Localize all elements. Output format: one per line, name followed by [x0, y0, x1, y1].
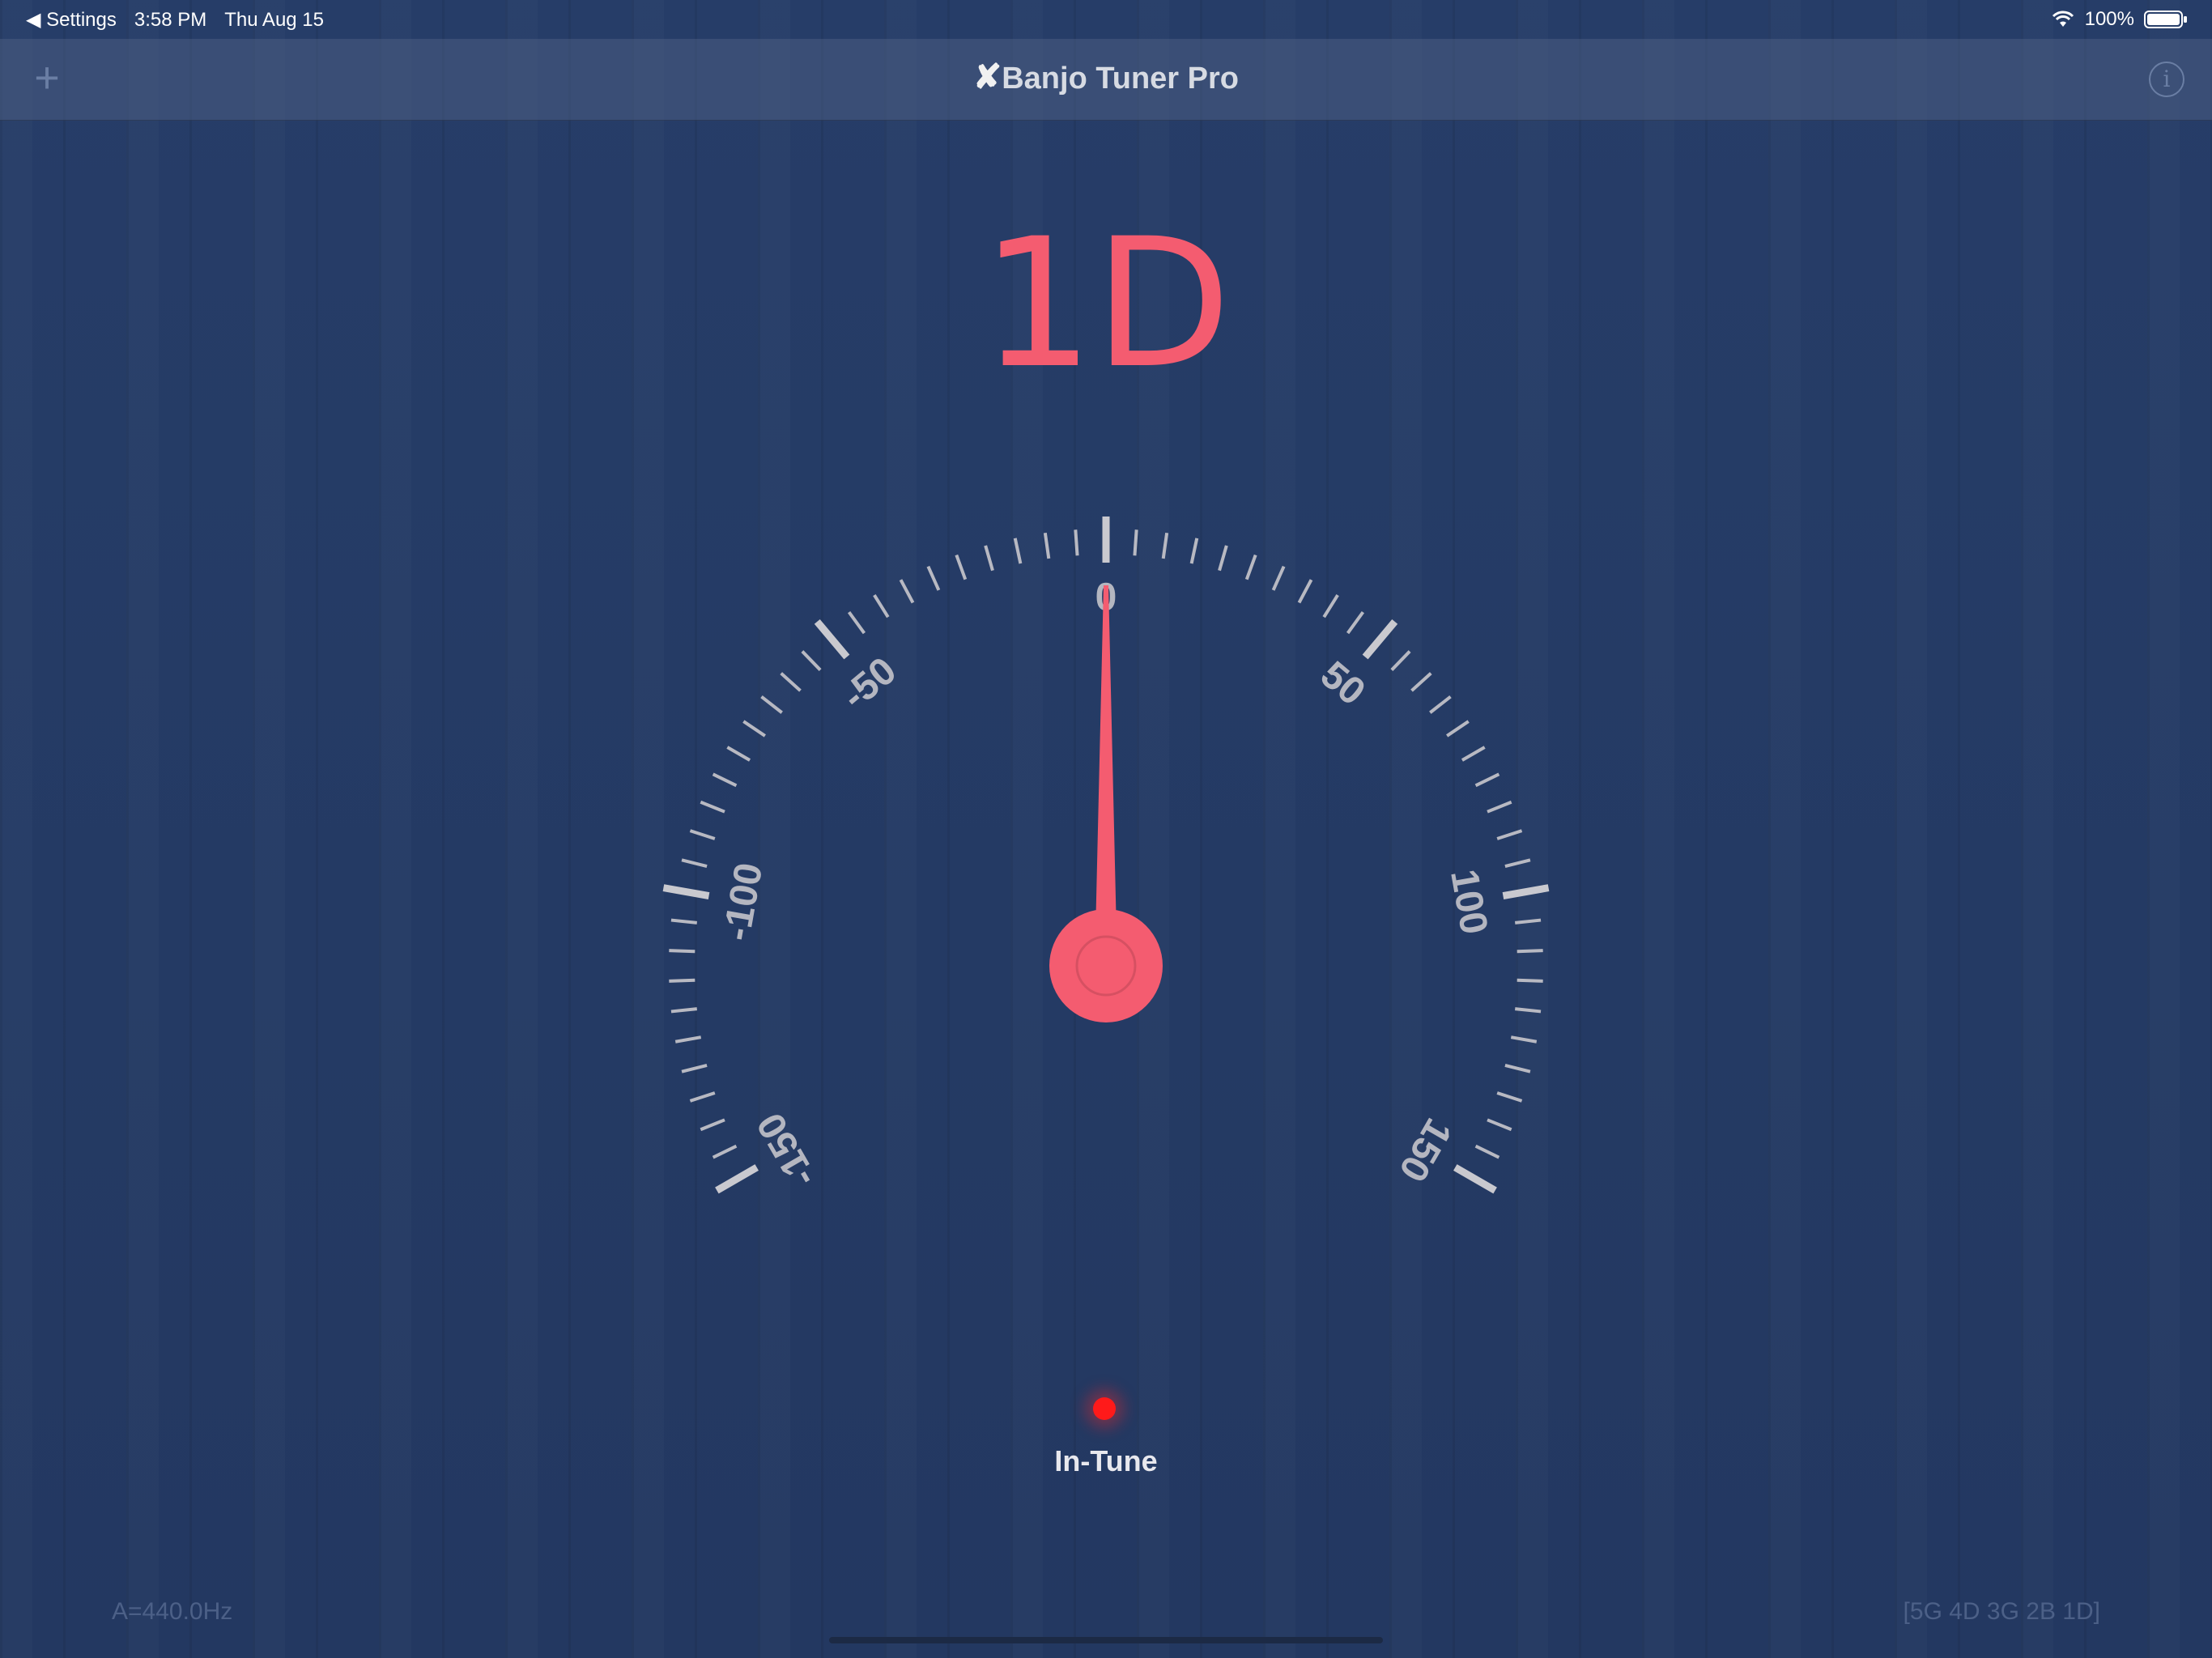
gauge-label: 150 — [1390, 1112, 1460, 1189]
gauge-major-tick — [814, 619, 850, 660]
gauge-minor-tick — [1074, 529, 1079, 556]
tune-status-label: In-Tune — [1054, 1444, 1158, 1477]
gauge-major-tick — [662, 884, 710, 899]
gauge-minor-tick — [1218, 545, 1228, 572]
gauge-minor-tick — [1346, 610, 1365, 635]
gauge-minor-tick — [1496, 1091, 1523, 1103]
gauge-minor-tick — [1515, 1007, 1542, 1014]
gauge-major-tick — [1362, 619, 1398, 660]
gauge-minor-tick — [780, 672, 802, 692]
gauge-minor-tick — [674, 1035, 702, 1044]
string-set[interactable]: [5G 4D 3G 2B 1D] — [1904, 1598, 2100, 1626]
gauge-needle — [1049, 585, 1163, 1022]
gauge-label: -100 — [715, 860, 771, 944]
gauge-minor-tick — [1429, 695, 1452, 714]
gauge-major-tick — [715, 1164, 759, 1194]
gauge-minor-tick — [926, 565, 941, 591]
gauge-minor-tick — [1515, 918, 1542, 925]
gauge-minor-tick — [670, 1007, 697, 1014]
gauge-minor-tick — [1161, 532, 1169, 559]
gauge-minor-tick — [1516, 978, 1543, 983]
gauge-minor-tick — [1013, 538, 1023, 564]
gauge-minor-tick — [1504, 858, 1531, 869]
gauge-minor-tick — [689, 1091, 716, 1103]
gauge-minor-tick — [1487, 800, 1512, 814]
gauge-minor-tick — [669, 949, 696, 954]
gauge-minor-tick — [1271, 565, 1286, 591]
gauge-minor-tick — [1504, 1063, 1531, 1073]
gauge-minor-tick — [1410, 672, 1432, 692]
gauge-minor-tick — [1189, 538, 1199, 564]
in-tune-indicator-light — [1093, 1397, 1116, 1420]
gauge-minor-tick — [1474, 772, 1500, 788]
gauge-major-tick — [1502, 884, 1550, 899]
gauge-minor-tick — [899, 579, 915, 604]
gauge-major-tick — [1453, 1164, 1497, 1194]
gauge-minor-tick — [1516, 949, 1543, 954]
gauge-minor-tick — [681, 858, 708, 869]
gauge-minor-tick — [1322, 593, 1339, 619]
gauge-minor-tick — [669, 978, 696, 983]
gauge-minor-tick — [700, 1118, 725, 1132]
gauge-minor-tick — [689, 829, 716, 840]
gauge-minor-tick — [700, 800, 725, 814]
gauge-minor-tick — [1461, 746, 1486, 762]
gauge-label: 100 — [1442, 866, 1495, 937]
gauge-label: 50 — [1312, 653, 1373, 714]
gauge-label: -50 — [834, 649, 904, 718]
reference-frequency[interactable]: A=440.0Hz — [112, 1598, 232, 1626]
gauge-minor-tick — [670, 918, 697, 925]
needle-pointer — [1095, 585, 1117, 933]
gauge-minor-tick — [984, 545, 994, 572]
gauge-minor-tick — [1133, 529, 1138, 556]
gauge-minor-tick — [955, 554, 968, 580]
needle-hub — [1049, 909, 1163, 1022]
gauge-minor-tick — [760, 695, 783, 714]
gauge-minor-tick — [1390, 650, 1411, 671]
gauge-minor-tick — [847, 610, 866, 635]
gauge-minor-tick — [712, 772, 738, 788]
gauge-minor-tick — [1043, 532, 1051, 559]
gauge-minor-tick — [873, 593, 890, 619]
gauge-label: -150 — [749, 1106, 825, 1195]
gauge-minor-tick — [1496, 829, 1523, 840]
gauge-minor-tick — [726, 746, 751, 762]
gauge-minor-tick — [1244, 554, 1257, 580]
gauge-minor-tick — [801, 650, 822, 671]
gauge-minor-tick — [1487, 1118, 1512, 1132]
gauge-minor-tick — [1446, 720, 1470, 738]
gauge-minor-tick — [681, 1063, 708, 1073]
gauge-minor-tick — [712, 1144, 738, 1159]
gauge-minor-tick — [742, 720, 766, 738]
home-indicator — [829, 1637, 1383, 1643]
gauge-minor-tick — [1510, 1035, 1538, 1044]
gauge-minor-tick — [1297, 579, 1313, 604]
gauge-minor-tick — [1474, 1144, 1500, 1159]
